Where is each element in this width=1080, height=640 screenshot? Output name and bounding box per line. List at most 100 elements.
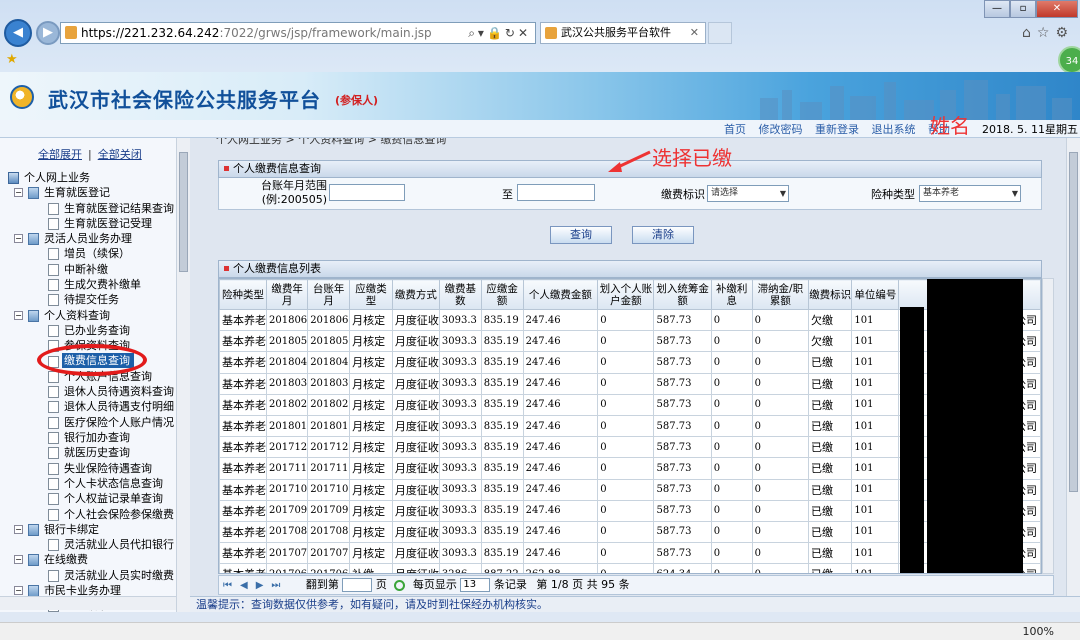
page-icon (48, 248, 59, 261)
table-cell: 201805 (307, 330, 351, 353)
column-header[interactable]: 应缴金额 (480, 279, 524, 310)
per-page-input[interactable]: 13 (460, 578, 491, 592)
table-cell: 月核定 (349, 308, 393, 332)
logout-link[interactable]: 退出系统 (872, 123, 916, 136)
last-page-icon[interactable]: ⏭ (271, 580, 280, 591)
table-cell: 月度征收 (391, 542, 440, 565)
address-tools-icon[interactable]: ⌕▾🔒↻✕ (468, 23, 531, 43)
column-header[interactable]: 缴费基数 (438, 279, 482, 310)
flag-select[interactable]: 请选择 ▼ (707, 185, 789, 202)
scrollbar-thumb[interactable] (179, 152, 188, 272)
range-start-input[interactable] (329, 184, 405, 201)
tree-item[interactable]: 个人权益记录单查询 (0, 491, 176, 506)
tree-item[interactable]: − 银行卡绑定 (0, 522, 176, 537)
back-button[interactable]: ◀ (4, 19, 32, 47)
tree-item[interactable]: 灵活就业人员实时缴费 (0, 568, 176, 583)
forward-button[interactable]: ▶ (36, 21, 60, 45)
insurance-type-select[interactable]: 基本养老 ▼ (919, 185, 1021, 202)
tree-item[interactable]: 待提交任务 (0, 292, 176, 307)
tree-item[interactable]: 个人社会保险参保缴费 (0, 507, 176, 522)
maximize-button[interactable]: ▫ (1010, 0, 1036, 18)
table-cell: 基本养老 (219, 308, 267, 332)
sidebar-scrollbar[interactable] (176, 138, 190, 612)
tree-item[interactable]: − 个人资料查询 (0, 308, 176, 323)
tree-item[interactable]: 银行加办查询 (0, 430, 176, 445)
tree-item[interactable]: 中断补缴 (0, 262, 176, 277)
collapse-toggle-icon[interactable]: − (14, 555, 23, 565)
first-page-icon[interactable]: ⏮ (223, 580, 232, 591)
panel-bullet-icon (224, 166, 229, 171)
tree-item[interactable]: 失业保险待遇查询 (0, 461, 176, 476)
column-header[interactable]: 滞纳金/职累额 (751, 279, 810, 310)
new-tab-button[interactable] (708, 22, 732, 44)
scrollbar-thumb[interactable] (1069, 152, 1078, 492)
tree-item[interactable]: 增员（续保） (0, 246, 176, 261)
table-cell: 0 (710, 308, 753, 332)
table-cell: 月核定 (349, 499, 393, 522)
column-header[interactable]: 划入个人账户金额 (597, 279, 655, 310)
tree-item[interactable]: − 在线缴费 (0, 552, 176, 567)
close-window-button[interactable]: ✕ (1036, 0, 1078, 18)
relogin-link[interactable]: 重新登录 (815, 123, 859, 136)
tree-item[interactable]: 生育就医登记结果查询 (0, 201, 176, 216)
table-cell: 247.46 (522, 330, 599, 353)
table-cell: 3093.3 (438, 457, 482, 480)
column-header[interactable]: 险种类型 (219, 279, 267, 310)
tree-item[interactable]: 就医历史查询 (0, 445, 176, 460)
column-header[interactable]: 台账年月 (307, 279, 351, 310)
tree-item[interactable]: 生成欠费补缴单 (0, 277, 176, 292)
column-header[interactable]: 单位编号 (851, 279, 900, 310)
collapse-toggle-icon[interactable]: − (14, 310, 23, 320)
column-header[interactable]: 划入统筹金额 (653, 279, 712, 310)
column-header[interactable]: 补缴利息 (710, 279, 753, 310)
zoom-level[interactable]: 100% (1023, 623, 1054, 640)
column-header[interactable]: 缴费年月 (265, 279, 309, 310)
tree-item[interactable]: 退休人员待遇支付明细 (0, 399, 176, 414)
main-scrollbar[interactable] (1066, 138, 1080, 596)
sidebar-horizontal-scrollbar[interactable] (0, 596, 176, 610)
grid-scrollbar[interactable] (1042, 278, 1054, 574)
collapse-toggle-icon[interactable]: − (14, 188, 23, 198)
tree-item[interactable]: − 灵活人员业务办理 (0, 231, 176, 246)
range-end-input[interactable] (517, 184, 595, 201)
tree-item-label: 就医历史查询 (64, 446, 130, 460)
table-cell: 基本养老 (219, 563, 267, 573)
search-button[interactable]: 查询 (550, 226, 612, 244)
column-header[interactable]: 缴费方式 (391, 279, 440, 310)
column-header[interactable]: 个人缴费金额 (522, 279, 599, 310)
collapse-toggle-icon[interactable]: − (14, 234, 23, 244)
clear-button[interactable]: 清除 (632, 226, 694, 244)
tab-close-icon[interactable]: ✕ (690, 23, 699, 43)
notification-badge[interactable]: 34 (1058, 46, 1080, 74)
tree-item[interactable]: − 生育就医登记 (0, 185, 176, 200)
change-password-link[interactable]: 修改密码 (759, 123, 803, 136)
skyline-shape (884, 82, 896, 120)
home-link[interactable]: 首页 (724, 123, 746, 136)
collapse-all-link[interactable]: 全部关闭 (98, 148, 142, 161)
tree-item[interactable]: 灵活就业人员代扣银行 (0, 537, 176, 552)
address-bar[interactable]: https://221.232.64.242:7022/grws/jsp/fra… (60, 22, 536, 44)
tree-item-label: 生育就医登记结果查询 (64, 201, 174, 215)
column-header[interactable]: 应缴类型 (349, 279, 393, 310)
browser-tab[interactable]: 武汉公共服务平台软件 ✕ (540, 22, 706, 44)
table-cell: 基本养老 (219, 499, 267, 522)
next-page-icon[interactable]: ▶ (256, 580, 264, 591)
minimize-button[interactable]: — (984, 0, 1010, 18)
folder-icon (28, 523, 39, 536)
tree-item[interactable]: 已办业务查询 (0, 323, 176, 338)
tree-item[interactable]: 医疗保险个人账户情况 (0, 415, 176, 430)
collapse-toggle-icon[interactable]: − (14, 586, 23, 596)
go-icon[interactable] (394, 579, 406, 591)
tree-item[interactable]: 个人网上业务 (0, 170, 176, 185)
page-input[interactable] (342, 578, 373, 592)
tree-item[interactable]: 生育就医登记受理 (0, 216, 176, 231)
tree-item[interactable]: 个人卡状态信息查询 (0, 476, 176, 491)
column-header[interactable]: 缴费标识 (808, 279, 853, 310)
collapse-toggle-icon[interactable]: − (14, 524, 23, 534)
favorites-icon[interactable]: ★ (6, 52, 18, 67)
browser-tools-icon[interactable]: ⌂☆⚙ (1022, 25, 1074, 41)
prev-page-icon[interactable]: ◀ (240, 580, 248, 591)
table-cell: 0 (751, 520, 810, 544)
tree-item[interactable]: 退休人员待遇资料查询 (0, 384, 176, 399)
expand-all-link[interactable]: 全部展开 (38, 148, 82, 161)
